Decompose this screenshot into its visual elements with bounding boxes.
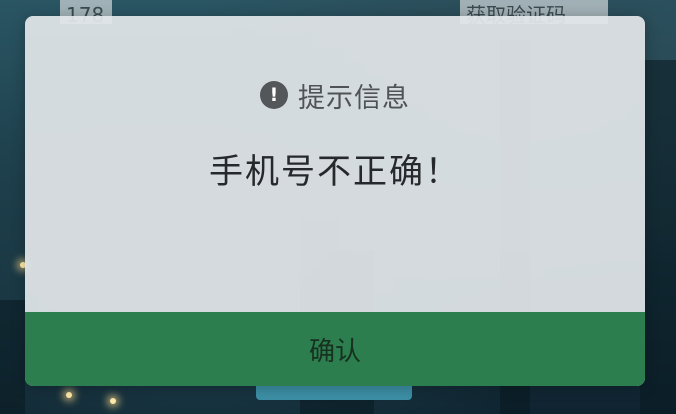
- dialog-title: 提示信息: [298, 82, 410, 114]
- background-building: [640, 60, 676, 414]
- exclamation-circle-icon: !: [260, 81, 288, 109]
- alert-dialog: ! 提示信息 手机号不正确！ 确认: [25, 16, 645, 386]
- background-light: [110, 398, 116, 404]
- dialog-message: 手机号不正确！: [209, 152, 461, 192]
- submit-button[interactable]: [256, 384, 412, 400]
- background-building: [0, 300, 25, 414]
- background-light: [66, 392, 72, 398]
- confirm-button[interactable]: 确认: [25, 312, 645, 386]
- dialog-header: ! 提示信息: [25, 78, 645, 114]
